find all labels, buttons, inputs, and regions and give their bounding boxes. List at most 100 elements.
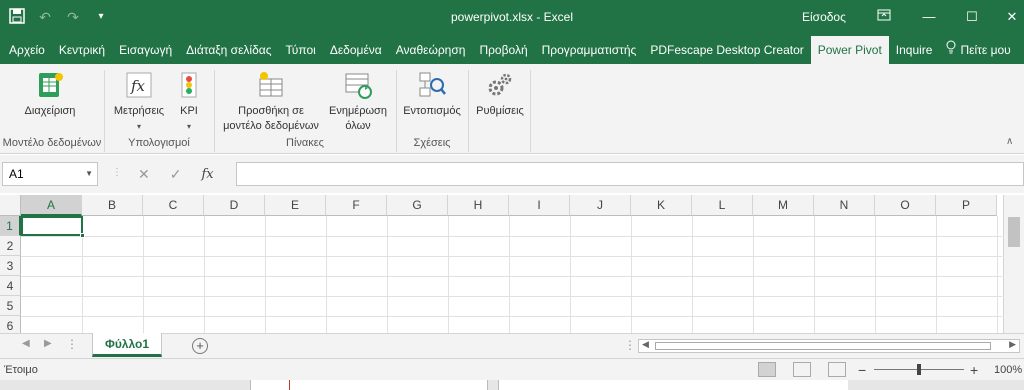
add-sheet-button[interactable]: +: [192, 338, 208, 354]
tell-me-box[interactable]: Πείτε μου: [939, 36, 1017, 64]
tab-developer[interactable]: Προγραμματιστής: [535, 36, 644, 64]
column-header-h[interactable]: H: [448, 195, 509, 216]
column-header-o[interactable]: O: [875, 195, 936, 216]
cancel-icon[interactable]: ✕: [138, 166, 150, 183]
gridline-column: [448, 216, 449, 335]
zoom-slider-knob[interactable]: [917, 364, 921, 375]
page-layout-view-icon[interactable]: [793, 362, 811, 377]
measures-button[interactable]: fx Μετρήσεις ▾: [108, 70, 170, 134]
row-header-1[interactable]: 1: [0, 216, 21, 236]
sheet-tab-1[interactable]: Φύλλο1: [92, 333, 162, 357]
ribbon-display-icon[interactable]: [873, 6, 895, 28]
add-to-data-model-button[interactable]: Προσθήκη σε μοντέλο δεδομένων: [218, 70, 324, 134]
background-marker: [289, 380, 290, 390]
fill-handle[interactable]: [80, 233, 85, 238]
formula-input[interactable]: [236, 162, 1024, 186]
tab-page-layout[interactable]: Διάταξη σελίδας: [179, 36, 278, 64]
fx-icon: fx: [124, 70, 154, 100]
zoom-in-icon[interactable]: +: [970, 362, 978, 378]
normal-view-icon[interactable]: [758, 362, 776, 377]
column-header-g[interactable]: G: [387, 195, 448, 216]
vertical-scroll-thumb[interactable]: [1008, 217, 1020, 247]
column-header-k[interactable]: K: [631, 195, 692, 216]
update-all-button[interactable]: Ενημέρωση όλων: [326, 70, 390, 134]
gridline-column: [753, 216, 754, 335]
detect-button[interactable]: Εντοπισμός: [398, 70, 466, 119]
detect-relationships-icon: [417, 70, 447, 100]
column-header-j[interactable]: J: [570, 195, 631, 216]
formula-bar: A1 ▼ ⋮ ✕ ✓ fx: [0, 155, 1024, 193]
maximize-icon[interactable]: ☐: [961, 6, 983, 28]
column-header-f[interactable]: F: [326, 195, 387, 216]
zoom-level[interactable]: 100%: [994, 364, 1022, 376]
row-header-2[interactable]: 2: [0, 236, 21, 256]
gridline-row: [21, 316, 1002, 317]
group-label-data-model: Μοντέλο δεδομένων: [2, 137, 102, 149]
column-header-c[interactable]: C: [143, 195, 204, 216]
gridline-column: [997, 216, 998, 335]
horizontal-scroll-thumb[interactable]: [655, 342, 991, 350]
add-to-model-label-2: μοντέλο δεδομένων: [223, 120, 319, 132]
column-header-b[interactable]: B: [82, 195, 143, 216]
row-header-4[interactable]: 4: [0, 276, 21, 296]
group-label-tables: Πίνακες: [286, 137, 324, 149]
gridline-column: [631, 216, 632, 335]
column-header-p[interactable]: P: [936, 195, 997, 216]
signin-link[interactable]: Είσοδος: [802, 10, 846, 24]
window-title: powerpivot.xlsx - Excel: [450, 10, 574, 24]
column-header-n[interactable]: N: [814, 195, 875, 216]
tab-view[interactable]: Προβολή: [472, 36, 534, 64]
kpi-button[interactable]: KPI ▾: [172, 70, 206, 134]
insert-function-icon[interactable]: fx: [201, 167, 213, 182]
minimize-icon[interactable]: —: [918, 6, 940, 28]
select-all-corner[interactable]: [0, 195, 21, 216]
horizontal-scrollbar[interactable]: ◀ ▶: [638, 339, 1020, 353]
tab-insert[interactable]: Εισαγωγή: [112, 36, 179, 64]
column-header-i[interactable]: I: [509, 195, 570, 216]
kpi-icon: [174, 70, 204, 100]
scroll-right-icon[interactable]: ▶: [44, 338, 52, 349]
column-header-e[interactable]: E: [265, 195, 326, 216]
tab-file[interactable]: Αρχείο: [2, 36, 52, 64]
tab-formulas[interactable]: Τύποι: [279, 36, 323, 64]
hscroll-right-icon[interactable]: ▶: [1009, 339, 1016, 350]
collapse-ribbon-icon[interactable]: ∧: [1006, 136, 1013, 147]
zoom-out-icon[interactable]: −: [858, 362, 866, 378]
scroll-left-icon[interactable]: ◀: [22, 338, 30, 349]
vertical-scrollbar[interactable]: [1003, 195, 1024, 335]
column-header-m[interactable]: M: [753, 195, 814, 216]
worksheet-grid[interactable]: ABCDEFGHIJKLMNOP 123456: [0, 195, 1024, 337]
enter-icon[interactable]: ✓: [170, 166, 182, 183]
gridline-row: [21, 276, 1002, 277]
group-label-relationships: Σχέσεις: [413, 137, 451, 149]
page-break-view-icon[interactable]: [828, 362, 846, 377]
tab-review[interactable]: Αναθεώρηση: [389, 36, 473, 64]
column-header-a[interactable]: A: [21, 195, 82, 216]
background-panel-2: [498, 380, 848, 390]
selected-cell[interactable]: [21, 216, 85, 238]
manage-label: Διαχείριση: [24, 105, 76, 117]
manage-button[interactable]: Διαχείριση: [10, 70, 90, 119]
group-label-calculations: Υπολογισμοί: [128, 137, 190, 149]
row-header-3[interactable]: 3: [0, 256, 21, 276]
close-icon[interactable]: ✕: [1001, 6, 1023, 28]
gridline-column: [692, 216, 693, 335]
tab-data[interactable]: Δεδομένα: [323, 36, 389, 64]
settings-button[interactable]: Ρυθμίσεις: [470, 70, 530, 119]
tab-power-pivot[interactable]: Power Pivot: [810, 36, 889, 64]
column-header-l[interactable]: L: [692, 195, 753, 216]
gridline-column: [570, 216, 571, 335]
gridline-column: [326, 216, 327, 335]
splitter-icon[interactable]: ⋮: [624, 338, 636, 352]
row-header-5[interactable]: 5: [0, 296, 21, 316]
settings-label: Ρυθμίσεις: [476, 105, 524, 117]
hscroll-left-icon[interactable]: ◀: [642, 339, 649, 350]
name-box[interactable]: A1 ▼: [2, 162, 98, 186]
refresh-table-icon: [343, 70, 373, 100]
column-header-d[interactable]: D: [204, 195, 265, 216]
tab-home[interactable]: Κεντρική: [52, 36, 112, 64]
name-box-dropdown-icon[interactable]: ▼: [85, 163, 93, 185]
tab-pdfescape[interactable]: PDFescape Desktop Creator: [643, 36, 810, 64]
tab-inquire[interactable]: Inquire: [889, 36, 940, 64]
gridline-column: [509, 216, 510, 335]
